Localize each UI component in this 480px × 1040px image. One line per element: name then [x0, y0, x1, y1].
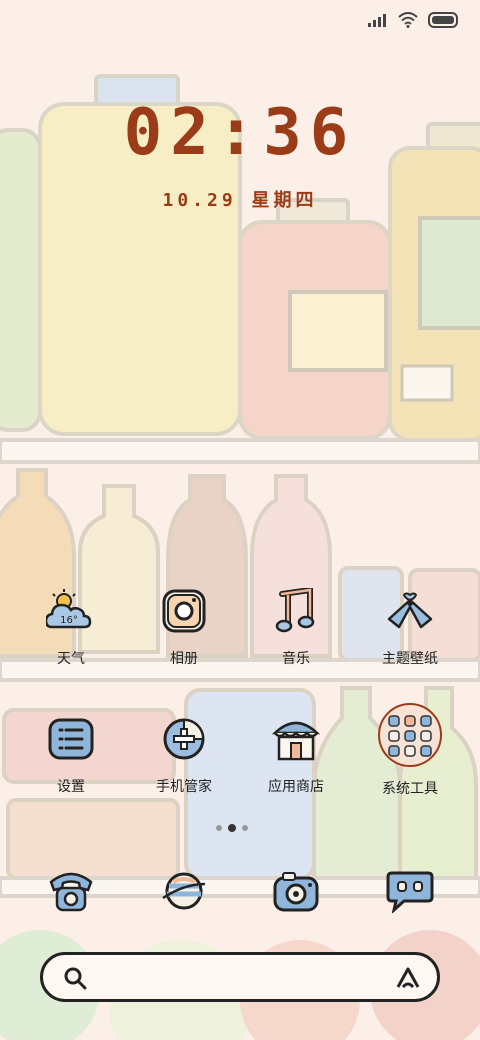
dock-camera[interactable]: [246, 866, 346, 916]
wifi-icon: [398, 12, 418, 28]
page-dot[interactable]: [242, 825, 248, 831]
app-theme[interactable]: 主题壁纸: [360, 586, 460, 668]
app-system-tools-folder[interactable]: 系统工具: [360, 702, 460, 798]
page-dot-active[interactable]: [228, 824, 236, 832]
app-label: 系统工具: [382, 781, 438, 797]
app-label: 设置: [57, 779, 85, 795]
shop-icon: [271, 714, 321, 764]
app-settings[interactable]: 设置: [21, 714, 121, 796]
search-bar[interactable]: [40, 952, 440, 1002]
app-label: 主题壁纸: [382, 651, 438, 667]
app-label: 相册: [170, 651, 198, 667]
plus-security-icon: [159, 714, 209, 764]
app-weather[interactable]: 16° 天气: [21, 586, 121, 668]
app-label: 音乐: [282, 651, 310, 667]
dock-browser[interactable]: [134, 866, 234, 916]
dock-messages[interactable]: [360, 866, 460, 916]
dock-phone[interactable]: [21, 866, 121, 916]
settings-lines-icon: [46, 714, 96, 764]
folder-icon: [377, 702, 443, 768]
page-indicator[interactable]: [216, 824, 248, 832]
message-icon: [385, 866, 435, 916]
weather-cloud-icon: 16°: [46, 586, 96, 636]
phone-icon: [46, 866, 96, 916]
weather-temp: 16°: [60, 615, 78, 626]
app-album[interactable]: 相册: [134, 586, 234, 668]
camera-album-icon: [159, 586, 209, 636]
camera-icon: [271, 866, 321, 916]
assistant-a-icon[interactable]: [395, 965, 421, 991]
search-icon[interactable]: [63, 966, 87, 990]
app-label: 应用商店: [268, 779, 324, 795]
app-store[interactable]: 应用商店: [246, 714, 346, 796]
app-security[interactable]: 手机管家: [134, 714, 234, 796]
clock-date[interactable]: 10.29 星期四: [0, 186, 480, 212]
page-dot[interactable]: [216, 825, 222, 831]
app-label: 手机管家: [156, 779, 212, 795]
app-label: 天气: [57, 651, 85, 667]
browser-planet-icon: [159, 866, 209, 916]
bow-tie-theme-icon: [385, 586, 435, 636]
signal-bars-icon: [368, 14, 386, 27]
music-note-icon: [271, 586, 321, 636]
battery-icon: [428, 12, 458, 28]
app-music[interactable]: 音乐: [246, 586, 346, 668]
clock-time[interactable]: 02:36: [0, 96, 480, 170]
status-bar: [368, 12, 460, 28]
